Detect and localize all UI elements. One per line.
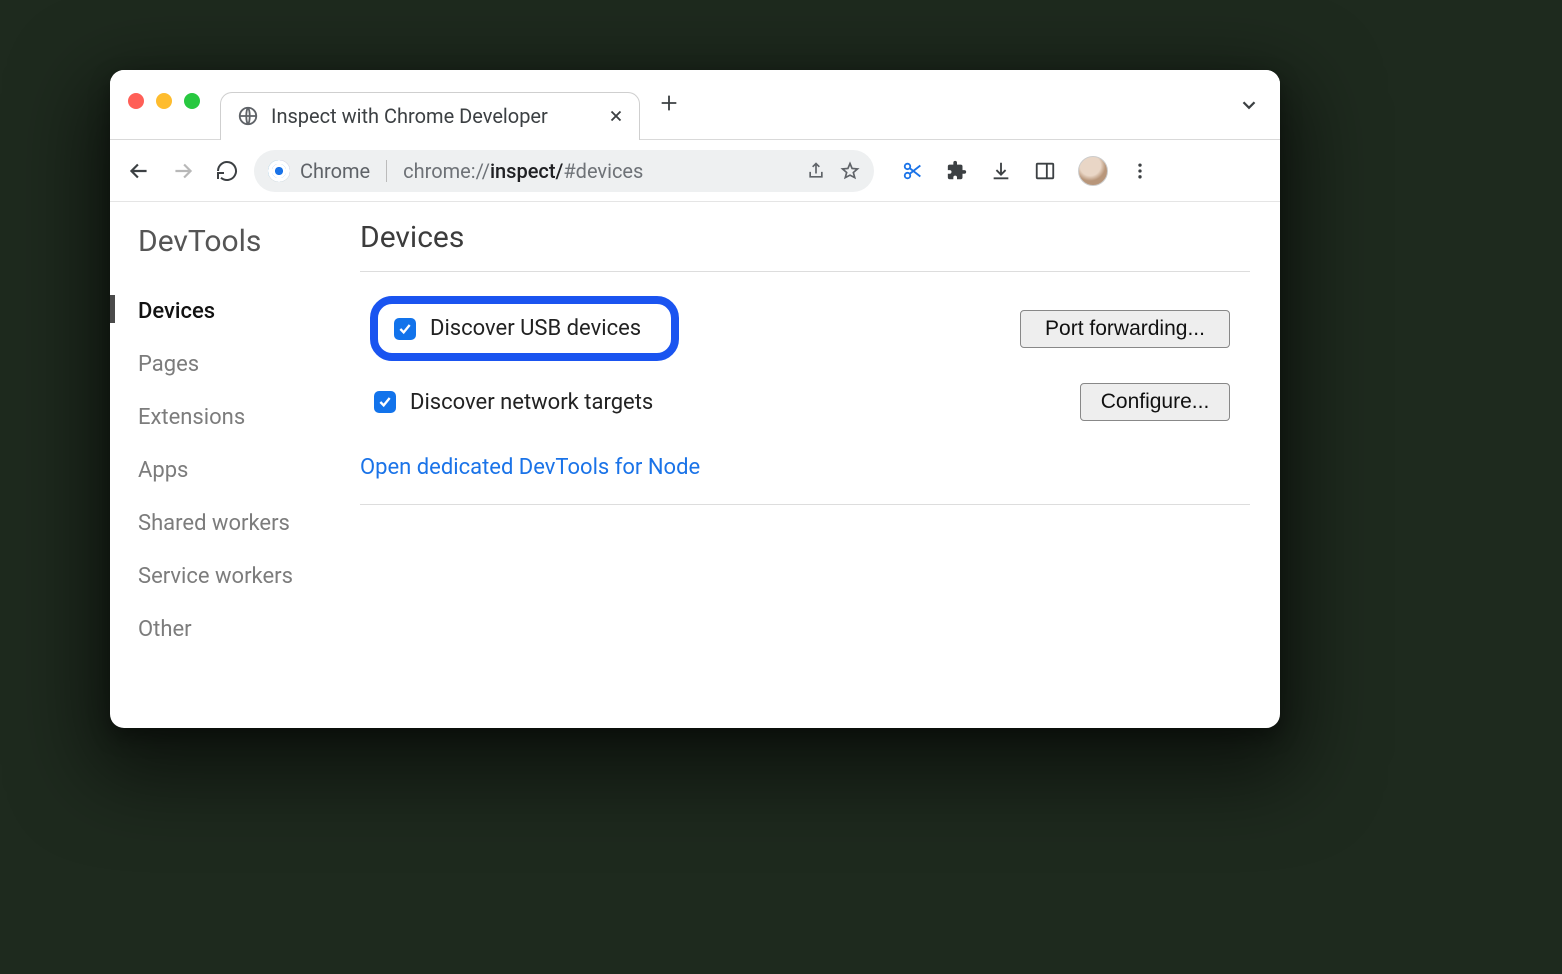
share-icon[interactable] (806, 161, 826, 181)
omnibox-origin-label: Chrome (300, 159, 370, 183)
toolbar: Chrome chrome://inspect/#devices (110, 140, 1280, 202)
bookmark-star-icon[interactable] (840, 161, 860, 181)
minimize-window-button[interactable] (156, 93, 172, 109)
discover-network-option[interactable]: Discover network targets (360, 384, 669, 421)
back-button[interactable] (122, 154, 156, 188)
discover-network-label: Discover network targets (410, 390, 653, 415)
close-tab-icon[interactable] (601, 107, 625, 125)
omnibox-url: chrome://inspect/#devices (403, 159, 643, 183)
reload-button[interactable] (210, 154, 244, 188)
downloads-icon[interactable] (990, 160, 1012, 182)
discover-usb-label: Discover USB devices (430, 316, 641, 341)
toolbar-actions (902, 156, 1150, 186)
chrome-icon (268, 160, 290, 182)
sidebar-item-pages[interactable]: Pages (138, 338, 360, 391)
divider (360, 504, 1250, 505)
profile-avatar[interactable] (1078, 156, 1108, 186)
page-content: DevTools Devices Pages Extensions Apps S… (110, 202, 1280, 728)
network-row: Discover network targets Configure... (360, 383, 1250, 421)
browser-tab[interactable]: Inspect with Chrome Developer (220, 92, 640, 140)
devtools-logo: DevTools (138, 224, 360, 259)
window-controls (128, 93, 200, 109)
titlebar: Inspect with Chrome Developer (110, 70, 1280, 140)
new-tab-button[interactable] (658, 92, 680, 114)
usb-row: Discover USB devices Port forwarding... (360, 296, 1250, 361)
sidebar-item-service-workers[interactable]: Service workers (138, 550, 360, 603)
tabs-dropdown-button[interactable] (1238, 94, 1260, 116)
separator (386, 160, 387, 182)
configure-button[interactable]: Configure... (1080, 383, 1230, 421)
extensions-puzzle-icon[interactable] (946, 160, 968, 182)
forward-button[interactable] (166, 154, 200, 188)
address-bar[interactable]: Chrome chrome://inspect/#devices (254, 150, 874, 192)
main-panel: Devices Discover USB devices Port forwar… (360, 202, 1280, 728)
scissors-icon[interactable] (902, 160, 924, 182)
side-panel-icon[interactable] (1034, 160, 1056, 182)
sidebar: DevTools Devices Pages Extensions Apps S… (110, 202, 360, 728)
open-node-devtools-link[interactable]: Open dedicated DevTools for Node (360, 443, 700, 496)
globe-icon (237, 105, 259, 127)
sidebar-item-apps[interactable]: Apps (138, 444, 360, 497)
fullscreen-window-button[interactable] (184, 93, 200, 109)
browser-window: Inspect with Chrome Developer (110, 70, 1280, 728)
sidebar-item-other[interactable]: Other (138, 603, 360, 656)
sidebar-item-extensions[interactable]: Extensions (138, 391, 360, 444)
close-window-button[interactable] (128, 93, 144, 109)
page-heading: Devices (360, 220, 1250, 272)
sidebar-item-shared-workers[interactable]: Shared workers (138, 497, 360, 550)
discover-usb-option[interactable]: Discover USB devices (370, 296, 679, 361)
menu-dots-icon[interactable] (1130, 161, 1150, 181)
checkbox-checked-icon[interactable] (394, 318, 416, 340)
port-forwarding-button[interactable]: Port forwarding... (1020, 310, 1230, 348)
tab-title: Inspect with Chrome Developer (271, 104, 589, 128)
sidebar-item-devices[interactable]: Devices (138, 285, 360, 338)
checkbox-checked-icon[interactable] (374, 391, 396, 413)
